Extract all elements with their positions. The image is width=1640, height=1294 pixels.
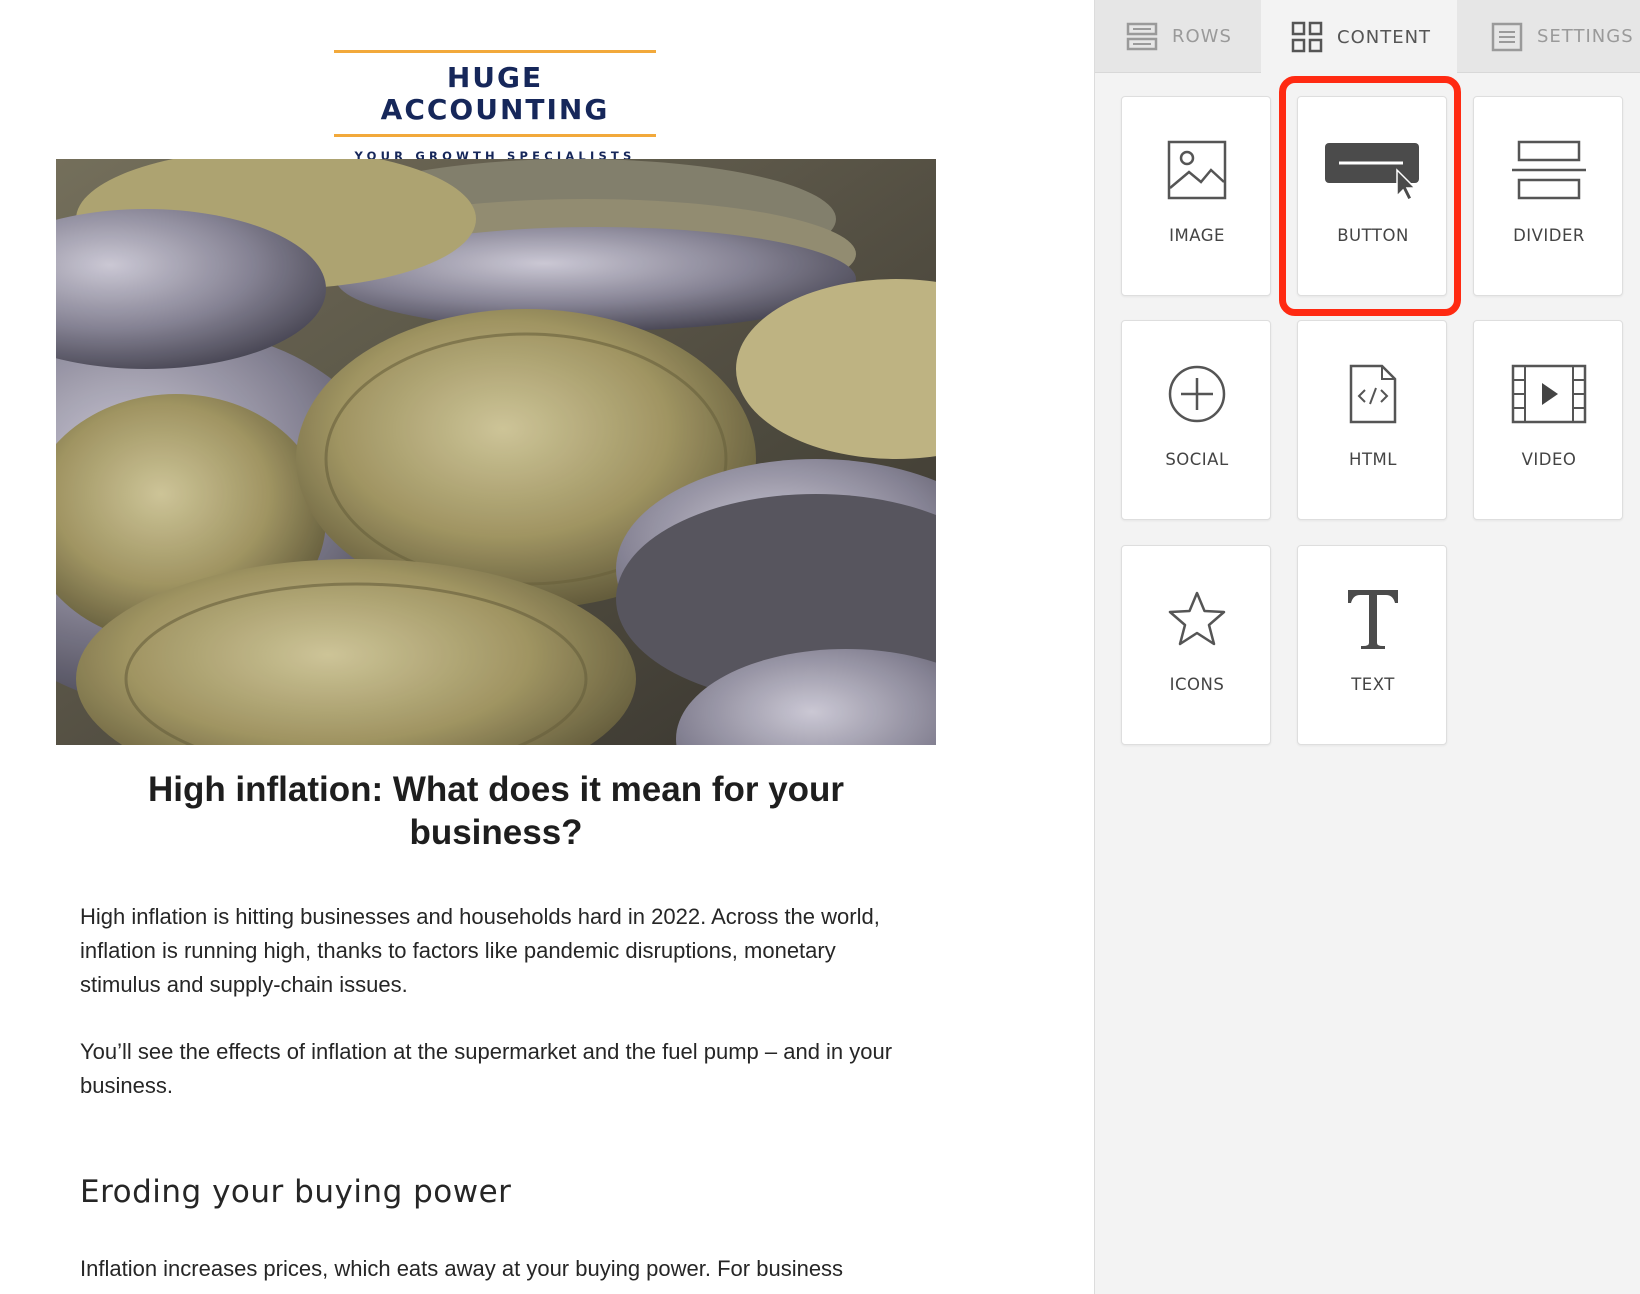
block-video-label: VIDEO [1521,450,1577,469]
editor-sidebar: ROWS CONTENT SETTINGS IMAGE BUTTON DIVID… [1094,0,1640,1294]
hero-image-coins[interactable] [56,159,936,745]
tab-content[interactable]: CONTENT [1261,0,1457,74]
block-icons[interactable]: ICONS [1121,545,1271,745]
image-icon [1122,135,1272,205]
block-icons-label: ICONS [1169,675,1225,694]
block-video[interactable]: VIDEO [1473,320,1623,520]
block-html[interactable]: HTML [1297,320,1447,520]
article-paragraph-2[interactable]: You’ll see the effects of inflation at t… [80,1035,910,1103]
video-film-icon [1474,359,1624,429]
logo-top-rule [334,50,656,53]
brand-logo[interactable]: HUGE ACCOUNTING YOUR GROWTH SPECIALISTS [334,50,656,163]
grid-icon [1291,21,1323,53]
article-paragraph-1[interactable]: High inflation is hitting businesses and… [80,900,910,1002]
rows-icon [1126,21,1158,53]
social-plus-icon [1122,359,1272,429]
block-divider-label: DIVIDER [1513,226,1585,245]
block-button[interactable]: BUTTON [1297,96,1447,296]
tab-content-label: CONTENT [1337,26,1432,48]
html-file-icon [1298,359,1448,429]
divider-icon [1474,135,1624,205]
tab-rows-label: ROWS [1172,26,1232,47]
star-icon [1122,584,1272,654]
block-social[interactable]: SOCIAL [1121,320,1271,520]
block-image[interactable]: IMAGE [1121,96,1271,296]
settings-icon [1491,21,1523,53]
block-divider[interactable]: DIVIDER [1473,96,1623,296]
tab-rows[interactable]: ROWS [1126,0,1232,73]
block-image-label: IMAGE [1169,226,1225,245]
article-headline[interactable]: High inflation: What does it mean for yo… [96,768,896,854]
block-html-label: HTML [1349,450,1397,469]
logo-brand-name: HUGE ACCOUNTING [380,61,610,126]
email-canvas: HUGE ACCOUNTING YOUR GROWTH SPECIALISTS [0,0,1094,1294]
block-social-label: SOCIAL [1165,450,1229,469]
block-button-label: BUTTON [1337,226,1409,245]
article-paragraph-3[interactable]: Inflation increases prices, which eats a… [80,1252,910,1286]
logo-bottom-rule [334,134,656,137]
tab-settings-label: SETTINGS [1537,26,1634,47]
block-text[interactable]: TEXT [1297,545,1447,745]
block-text-label: TEXT [1351,675,1395,694]
article-subheading[interactable]: Eroding your buying power [80,1172,511,1212]
text-t-icon [1298,584,1448,654]
tab-settings[interactable]: SETTINGS [1491,0,1634,73]
sidebar-tabbar: ROWS CONTENT SETTINGS [1095,0,1640,74]
button-icon [1298,135,1448,205]
